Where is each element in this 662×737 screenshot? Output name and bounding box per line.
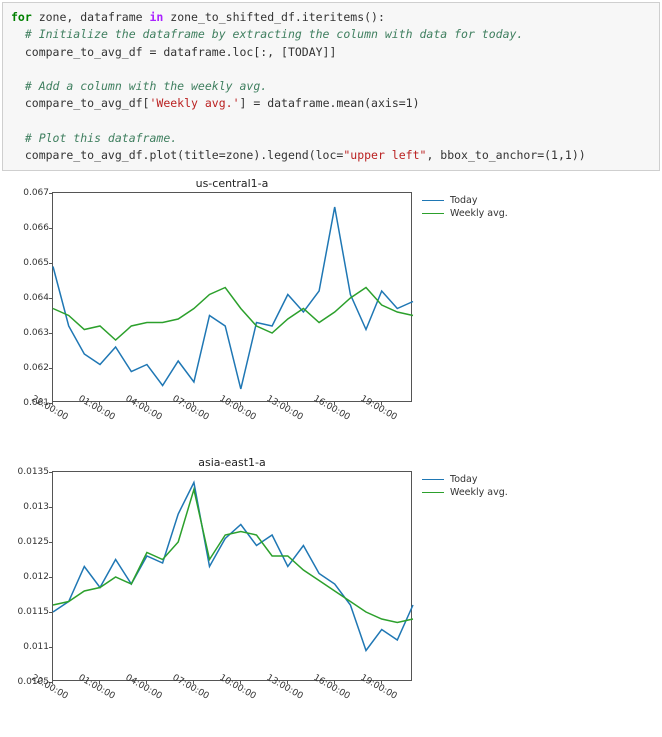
- legend-label-today: Today: [450, 474, 477, 485]
- series-weekly-avg-: [53, 490, 413, 623]
- series-today: [53, 483, 413, 651]
- legend-label-weekly: Weekly avg.: [450, 487, 508, 498]
- legend-label-weekly: Weekly avg.: [450, 208, 508, 219]
- chart-us-central1-a: us-central1-a 0.0610.0620.0630.0640.0650…: [2, 177, 660, 438]
- y-tick-label: 0.064: [5, 293, 49, 303]
- y-tick-label: 0.065: [5, 258, 49, 268]
- plot-area: 0.0610.0620.0630.0640.0650.0660.067: [52, 192, 412, 402]
- y-tick-label: 0.066: [5, 223, 49, 233]
- chart-legend: Today Weekly avg.: [422, 195, 508, 221]
- chart-title: asia-east1-a: [52, 456, 412, 469]
- y-tick-label: 0.062: [5, 363, 49, 373]
- chart-asia-east1-a: asia-east1-a 0.01050.0110.01150.0120.012…: [2, 456, 660, 717]
- series-today: [53, 207, 413, 389]
- y-tick-label: 0.011: [5, 642, 49, 652]
- y-tick-label: 0.0135: [5, 467, 49, 477]
- series-weekly-avg-: [53, 288, 413, 341]
- y-tick-label: 0.012: [5, 572, 49, 582]
- legend-row-today: Today: [422, 195, 508, 206]
- chart-legend: Today Weekly avg.: [422, 474, 508, 500]
- y-tick-label: 0.0125: [5, 537, 49, 547]
- legend-row-weekly: Weekly avg.: [422, 208, 508, 219]
- legend-swatch-weekly: [422, 492, 444, 493]
- y-tick-label: 0.0115: [5, 607, 49, 617]
- chart-title: us-central1-a: [52, 177, 412, 190]
- code-cell: for zone, dataframe in zone_to_shifted_d…: [2, 2, 660, 171]
- y-tick-label: 0.063: [5, 328, 49, 338]
- plot-area: 0.01050.0110.01150.0120.01250.0130.0135: [52, 471, 412, 681]
- legend-row-weekly: Weekly avg.: [422, 487, 508, 498]
- legend-swatch-today: [422, 479, 444, 480]
- legend-swatch-today: [422, 200, 444, 201]
- legend-row-today: Today: [422, 474, 508, 485]
- y-tick-label: 0.067: [5, 188, 49, 198]
- legend-label-today: Today: [450, 195, 477, 206]
- y-tick-label: 0.013: [5, 502, 49, 512]
- legend-swatch-weekly: [422, 213, 444, 214]
- x-axis: 22:00:0001:00:0004:00:0007:00:0010:00:00…: [52, 402, 412, 438]
- x-axis: 22:00:0001:00:0004:00:0007:00:0010:00:00…: [52, 681, 412, 717]
